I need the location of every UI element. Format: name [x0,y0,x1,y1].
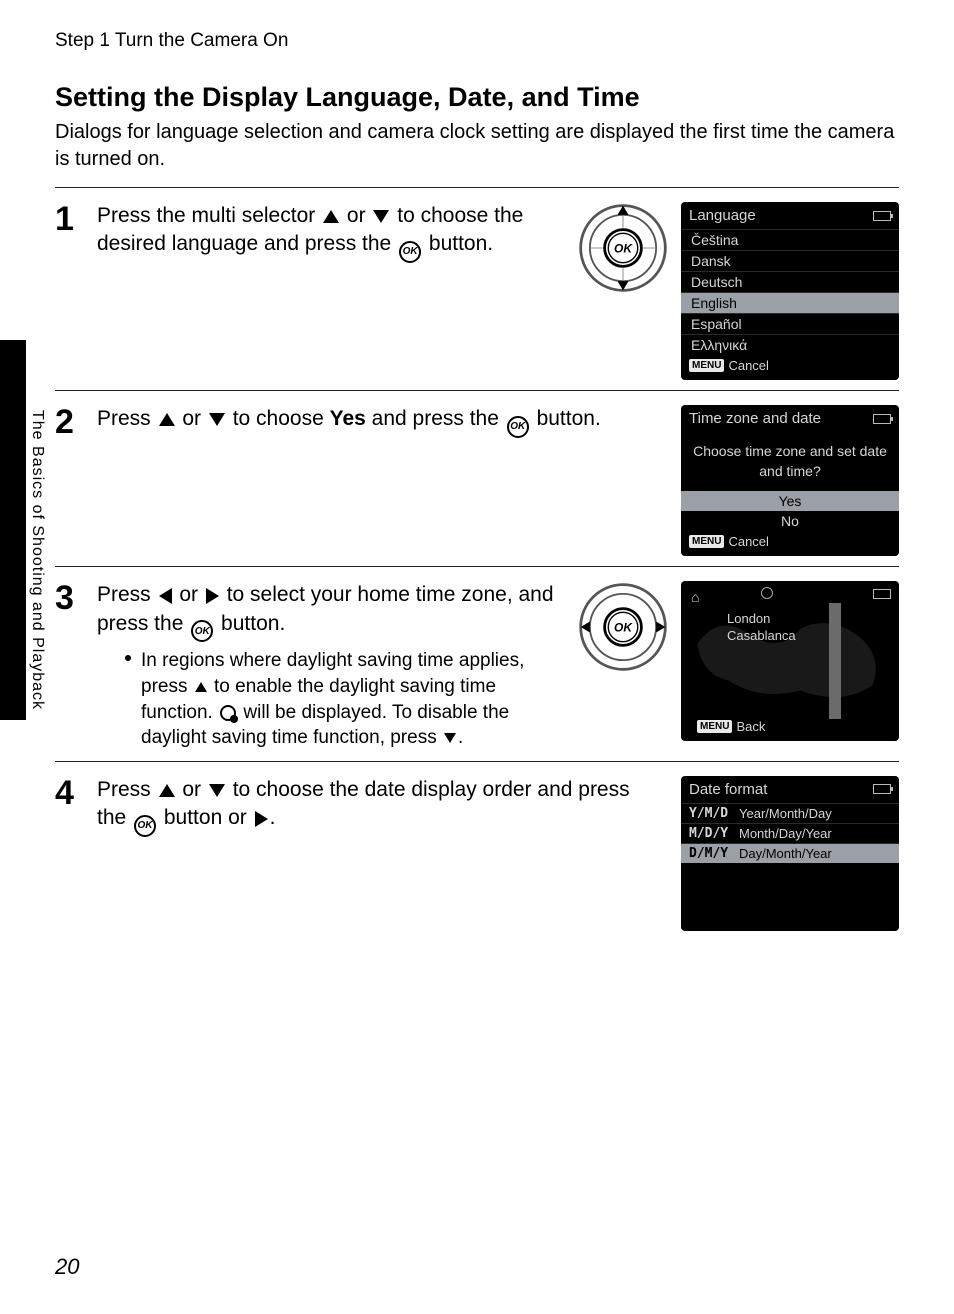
down-arrow-icon [444,733,456,743]
ok-icon: OK [399,241,421,263]
language-option: Español [681,313,899,334]
lcd-title: Date format [689,781,767,798]
lcd-map-screen: ⌂ London Casablanca MENU Back [681,581,899,741]
step3-note: In regions where daylight saving time ap… [125,648,559,751]
battery-icon [873,211,891,221]
lcd-prompt-text: Choose time zone and set date and time? [681,432,899,491]
step3-text: Press or to select your home time zone, … [97,581,559,642]
divider [55,566,899,567]
multi-selector-illustration: OK [577,581,669,673]
date-format-option: M/D/YMonth/Day/Year [681,823,899,843]
right-arrow-icon [206,588,219,604]
svg-text:OK: OK [614,621,633,635]
date-format-option: Y/M/DYear/Month/Day [681,803,899,823]
step-number: 4 [55,776,83,837]
lcd-title: Time zone and date [689,410,821,427]
lcd-title: Language [689,207,756,224]
divider [55,761,899,762]
language-option: Dansk [681,250,899,271]
menu-chip: MENU [689,359,724,372]
menu-chip: MENU [689,535,724,548]
up-arrow-icon [323,210,339,223]
dst-globe-icon [220,705,236,721]
step4-text: Press or to choose the date display orde… [97,776,663,837]
step-number: 2 [55,405,83,439]
menu-chip: MENU [697,720,732,733]
back-label: Back [736,719,765,734]
language-option: Deutsch [681,271,899,292]
dst-icon [761,587,773,599]
timezone-band [829,603,841,719]
divider [55,187,899,188]
multi-selector-illustration: OK [577,202,669,294]
city-label: London [727,611,796,628]
down-arrow-icon [373,210,389,223]
battery-icon [873,589,891,599]
language-option: English [681,292,899,313]
battery-icon [873,784,891,794]
battery-icon [873,414,891,424]
page-number: 20 [55,1254,79,1280]
cancel-label: Cancel [728,358,768,373]
bullet-icon [125,655,131,661]
section-tab [0,340,26,720]
down-arrow-icon [209,784,225,797]
lcd-timezone-prompt: Time zone and date Choose time zone and … [681,405,899,556]
step-number: 1 [55,202,83,263]
step2-text: Press or to choose Yes and press the OK … [97,405,663,438]
divider [55,390,899,391]
up-arrow-icon [159,784,175,797]
intro-paragraph: Dialogs for language selection and camer… [55,119,899,173]
language-option: Čeština [681,229,899,250]
left-arrow-icon [159,588,172,604]
option-yes: Yes [681,491,899,511]
section-title: Setting the Display Language, Date, and … [55,82,899,113]
language-option: Ελληνικά [681,334,899,355]
running-head: Step 1 Turn the Camera On [55,30,899,52]
ok-icon: OK [134,815,156,837]
step-number: 3 [55,581,83,751]
cancel-label: Cancel [728,534,768,549]
lcd-date-format-screen: Date format Y/M/DYear/Month/DayM/D/YMont… [681,776,899,931]
ok-icon: OK [507,416,529,438]
step1-text: Press the multi selector or to choose th… [97,202,559,263]
svg-text:OK: OK [614,242,633,256]
date-format-option: D/M/YDay/Month/Year [681,843,899,863]
up-arrow-icon [195,682,207,692]
up-arrow-icon [159,413,175,426]
section-side-label: The Basics of Shooting and Playback [28,410,46,710]
city-label: Casablanca [727,628,796,645]
right-arrow-icon [255,811,268,827]
lcd-language-screen: Language ČeštinaDanskDeutschEnglishEspañ… [681,202,899,380]
ok-icon: OK [191,620,213,642]
down-arrow-icon [209,413,225,426]
option-no: No [681,511,899,531]
